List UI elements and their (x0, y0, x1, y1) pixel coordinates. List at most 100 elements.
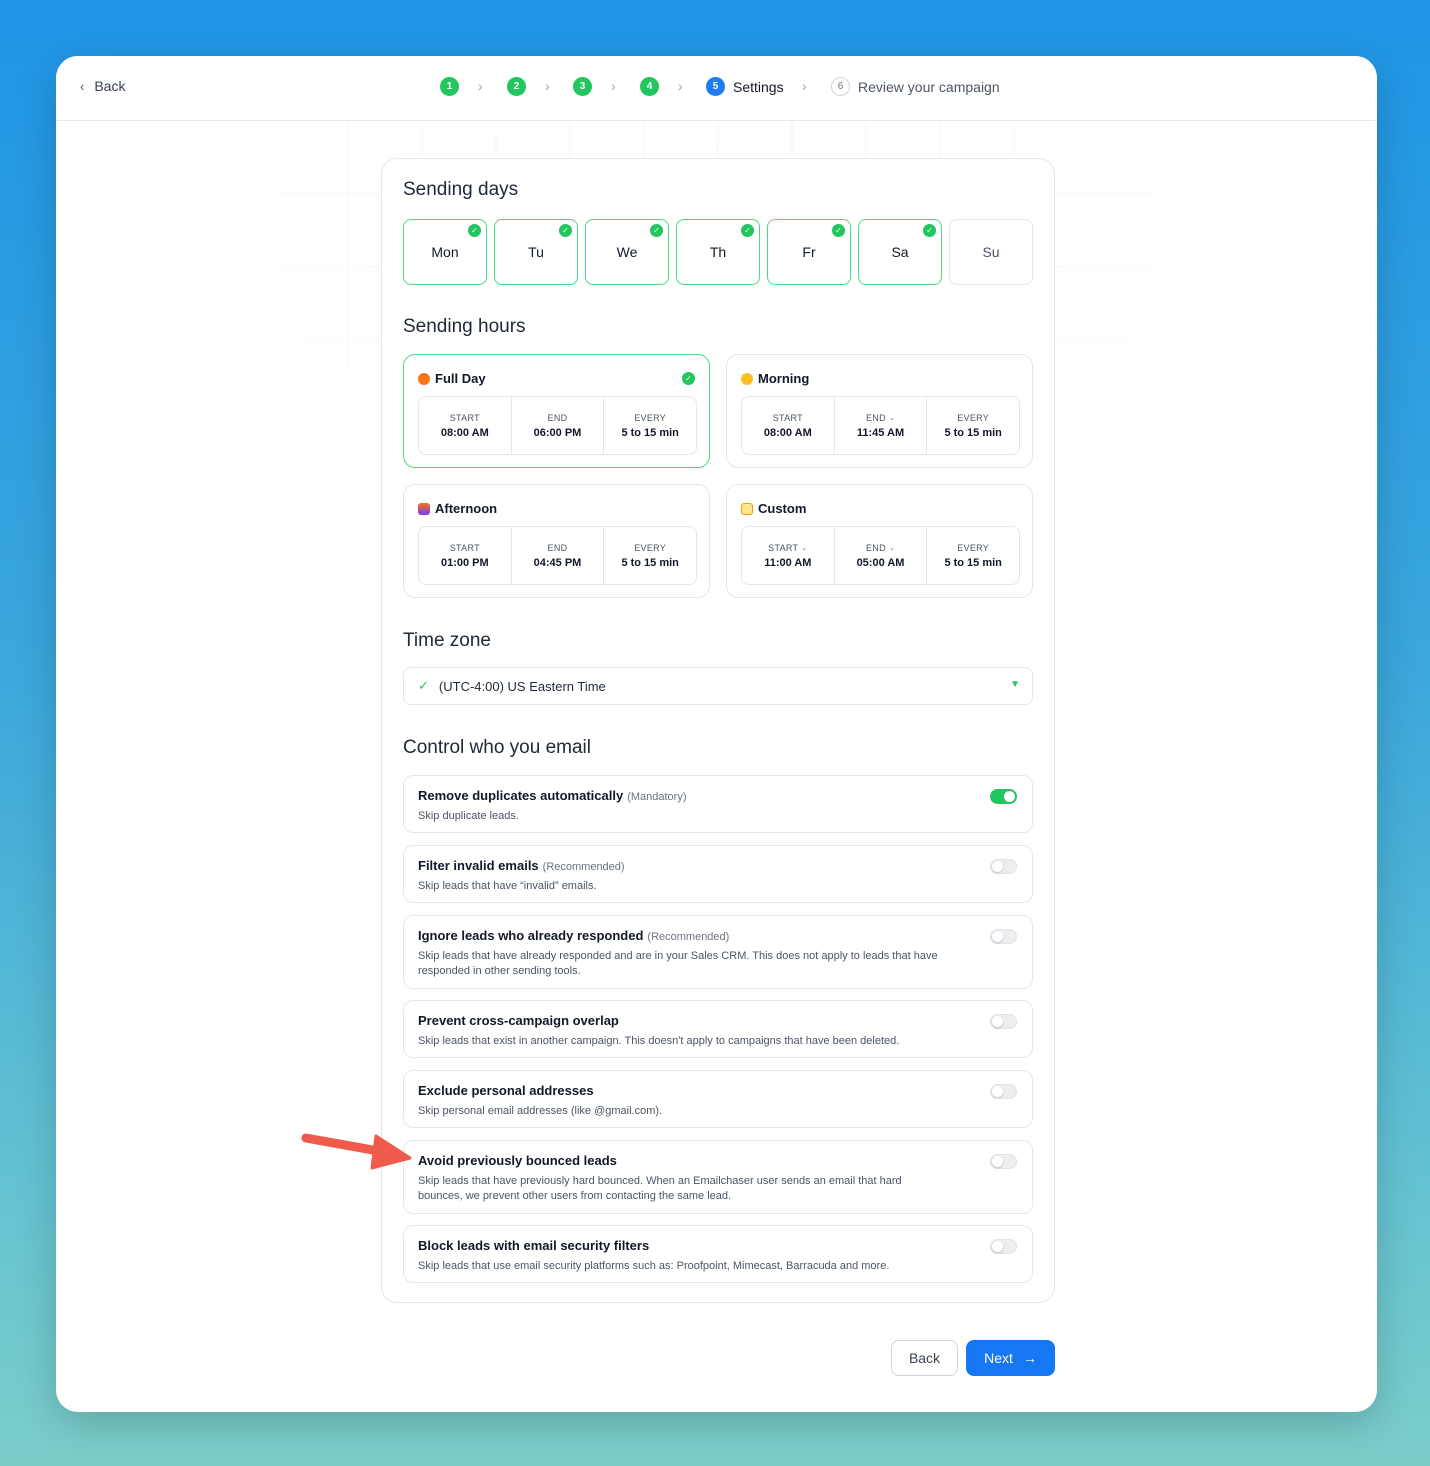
option-desc: Skip leads that use email security platf… (418, 1260, 890, 1272)
start-value: 08:00 AM (763, 426, 812, 439)
settings-card: Sending days Mon ✓ Tu ✓ We ✓ Th ✓ Fr ✓ S… (381, 158, 1055, 1303)
start-cell: START 08:00 AM (742, 397, 834, 454)
hours-option-morning[interactable]: Morning START 08:00 AM END ⌄ 11:45 AM EV… (726, 354, 1033, 468)
step-1[interactable]: 1 (440, 77, 459, 96)
start-value: 08:00 AM (440, 426, 489, 439)
back-button[interactable]: Back (891, 1340, 958, 1376)
day-tu[interactable]: Tu ✓ (494, 219, 578, 285)
start-label: START (768, 542, 799, 553)
toggle-switch[interactable] (990, 1239, 1017, 1254)
option-title-row: Avoid previously bounced leads (418, 1153, 617, 1168)
step-5-label: Settings (733, 78, 784, 95)
control-title: Control who you email (403, 737, 591, 758)
option-title-row: Prevent cross-campaign overlap (418, 1013, 619, 1028)
step-separator-icon: › (611, 78, 616, 94)
day-mon[interactable]: Mon ✓ (403, 219, 487, 285)
step-3[interactable]: 3 (573, 77, 592, 96)
day-th-label: Th (709, 244, 727, 260)
day-sa-label: Sa (891, 244, 909, 260)
option-cross-campaign: Prevent cross-campaign overlap Skip lead… (403, 1000, 1033, 1058)
step-6-number: 6 (831, 77, 850, 96)
end-cell[interactable]: END ⌄ 05:00 AM (833, 527, 927, 584)
option-title-row: Exclude personal addresses (418, 1083, 594, 1098)
step-4-number: 4 (640, 77, 659, 96)
toggle-switch[interactable] (990, 859, 1017, 874)
option-title-row: Filter invalid emails (Recommended) (418, 858, 625, 873)
option-desc: Skip leads that have previously hard bou… (418, 1175, 902, 1202)
option-exclude-personal: Exclude personal addresses Skip personal… (403, 1070, 1033, 1128)
toggle-switch[interactable] (990, 929, 1017, 944)
every-label: EVERY (957, 412, 990, 423)
chevron-down-icon: ⌄ (888, 544, 896, 552)
day-tu-label: Tu (528, 244, 544, 260)
option-title: Remove duplicates automatically (418, 788, 624, 803)
hours-option-afternoon[interactable]: Afternoon START 01:00 PM END 04:45 PM EV… (403, 484, 710, 598)
toggle-switch[interactable] (990, 1014, 1017, 1029)
option-filter-invalid: Filter invalid emails (Recommended) Skip … (403, 845, 1033, 903)
step-4[interactable]: 4 (640, 77, 659, 96)
every-value: 5 to 15 min (621, 426, 679, 439)
toggle-switch[interactable] (990, 1084, 1017, 1099)
start-value: 11:00 AM (764, 556, 812, 569)
app-window: ‹ Back 1 › 2 › 3 › 4 › 5 Settings › 6 Re… (56, 56, 1377, 1412)
option-title: Avoid previously bounced leads (418, 1153, 617, 1168)
day-fr[interactable]: Fr ✓ (767, 219, 851, 285)
end-cell[interactable]: END ⌄ 11:45 AM (833, 397, 927, 454)
day-sa[interactable]: Sa ✓ (858, 219, 942, 285)
hours-option-full-day[interactable]: Full Day ✓ START 08:00 AM END 06:00 PM E… (403, 354, 710, 468)
every-label: EVERY (634, 412, 667, 423)
day-th[interactable]: Th ✓ (676, 219, 760, 285)
end-label: END (865, 412, 886, 423)
option-desc: Skip leads that have already responded a… (418, 950, 938, 977)
hours-option-name: Afternoon (435, 501, 498, 516)
start-label: START (772, 412, 803, 423)
toggle-switch[interactable] (990, 1154, 1017, 1169)
sending-hours-title: Sending hours (403, 316, 526, 337)
step-5[interactable]: 5 Settings (706, 77, 784, 96)
day-we[interactable]: We ✓ (585, 219, 669, 285)
top-back-link[interactable]: ‹ Back (80, 78, 125, 94)
start-value: 01:00 PM (440, 556, 489, 569)
sending-days-title: Sending days (403, 179, 519, 200)
step-1-number: 1 (440, 77, 459, 96)
day-mon-label: Mon (431, 244, 459, 260)
toggle-switch[interactable] (990, 789, 1017, 804)
check-circle-icon: ✓ (923, 224, 936, 237)
alarm-clock-icon (418, 372, 430, 385)
end-value: 04:45 PM (533, 556, 582, 569)
every-cell: EVERY 5 to 15 min (603, 527, 696, 584)
option-title-row: Remove duplicates automatically (Mandator… (418, 788, 686, 803)
arrow-right-icon: → (1022, 1350, 1037, 1366)
step-separator-icon: › (545, 78, 550, 94)
option-tag: (Recommended) (647, 931, 730, 943)
option-title-row: Block leads with email security filters (418, 1238, 649, 1253)
step-6[interactable]: 6 Review your campaign (831, 77, 1000, 96)
check-circle-icon: ✓ (682, 372, 695, 385)
every-value: 5 to 15 min (944, 556, 1002, 569)
hours-option-custom[interactable]: Custom START ⌄ 11:00 AM END ⌄ 05:00 AM E… (726, 484, 1033, 598)
start-cell[interactable]: START ⌄ 11:00 AM (742, 527, 834, 584)
day-su[interactable]: Su (949, 219, 1033, 285)
next-button[interactable]: Next → (966, 1340, 1055, 1376)
hours-option-title: Custom (741, 501, 806, 516)
step-2[interactable]: 2 (507, 77, 526, 96)
step-2-number: 2 (507, 77, 526, 96)
check-circle-icon: ✓ (741, 224, 754, 237)
end-cell: END 06:00 PM (510, 397, 604, 454)
option-title: Filter invalid emails (418, 858, 539, 873)
step-separator-icon: › (678, 78, 683, 94)
next-button-label: Next (984, 1350, 1013, 1366)
option-avoid-bounced: Avoid previously bounced leads Skip lead… (403, 1140, 1033, 1214)
time-zone-select[interactable]: ✓ (UTC-4:00) US Eastern Time ▼ (403, 667, 1033, 705)
step-separator-icon: › (478, 78, 483, 94)
every-label: EVERY (634, 542, 667, 553)
option-desc: Skip leads that exist in another campaig… (418, 1035, 900, 1047)
check-circle-icon: ✓ (468, 224, 481, 237)
time-zone-value: (UTC-4:00) US Eastern Time (438, 678, 606, 694)
hours-detail: START 08:00 AM END 06:00 PM EVERY 5 to 1… (418, 396, 697, 455)
day-su-label: Su (982, 244, 1000, 260)
end-label: END (547, 542, 568, 553)
every-value: 5 to 15 min (621, 556, 679, 569)
step-3-number: 3 (573, 77, 592, 96)
start-label-row: START ⌄ (768, 543, 807, 553)
